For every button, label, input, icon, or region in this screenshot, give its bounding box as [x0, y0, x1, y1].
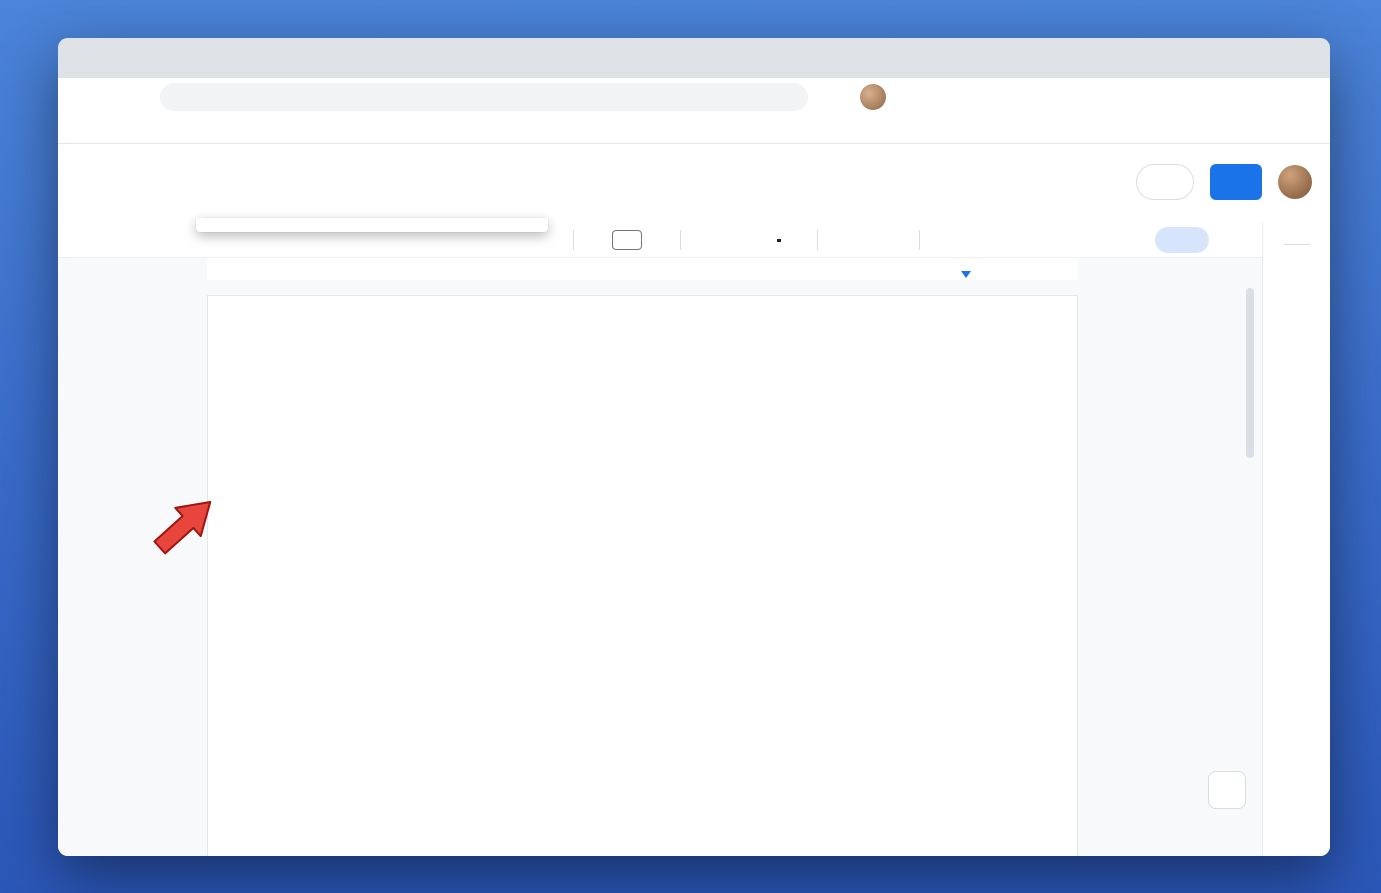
horizontal-ruler[interactable]	[58, 258, 1262, 280]
text-color-button[interactable]	[777, 238, 781, 242]
comment-add-icon	[854, 231, 872, 249]
image-icon	[881, 231, 899, 249]
align-button[interactable]	[929, 231, 958, 249]
desktop-background	[0, 0, 1381, 893]
back-icon	[75, 88, 93, 106]
cloud-status-icon[interactable]	[206, 154, 224, 172]
explore-icon	[1217, 780, 1237, 800]
toolbar-divider	[680, 230, 681, 250]
tab-strip	[58, 38, 1330, 78]
meet-camera-icon	[1147, 173, 1171, 191]
help-assistant-button[interactable]	[1264, 760, 1318, 814]
navigation-bar	[58, 78, 1330, 116]
insert-image-button[interactable]	[881, 231, 910, 249]
explore-button[interactable]	[1208, 771, 1246, 809]
reload-icon	[131, 88, 149, 106]
docs-header-actions	[1096, 164, 1312, 200]
browser-window	[58, 38, 1330, 856]
side-panel-icon[interactable]	[830, 87, 850, 107]
pencil-icon	[1168, 232, 1184, 248]
docs-logo-icon[interactable]	[84, 158, 116, 202]
highlighter-icon	[790, 231, 808, 249]
toolbar-divider	[573, 230, 574, 250]
star-document-icon[interactable]	[146, 154, 164, 172]
share-page-icon[interactable]	[756, 89, 772, 105]
chevron-down-icon	[1174, 177, 1184, 187]
side-rail-divider	[1283, 244, 1310, 245]
secure-lock-icon	[172, 91, 185, 104]
forward-icon	[103, 88, 121, 106]
document-outline-icon[interactable]	[86, 304, 110, 328]
document-canvas	[58, 280, 1330, 856]
address-bar[interactable]	[160, 83, 808, 111]
hide-menus-button[interactable]	[1234, 231, 1252, 249]
chevron-down-icon	[901, 236, 910, 245]
account-avatar[interactable]	[1278, 165, 1312, 199]
align-left-icon	[929, 231, 947, 249]
browser-menu-kebab-icon[interactable]	[896, 89, 912, 105]
font-size-input[interactable]	[612, 230, 642, 250]
tab-search-chevron-icon[interactable]	[1298, 50, 1314, 66]
open-comments-icon[interactable]	[1096, 170, 1120, 194]
edit-dropdown-menu	[196, 218, 548, 232]
move-folder-icon[interactable]	[176, 154, 194, 172]
document-page[interactable]	[207, 295, 1078, 856]
chevron-down-icon	[949, 236, 958, 245]
forward-button[interactable]	[98, 83, 126, 111]
bookmarks-bar	[58, 116, 1330, 144]
link-icon	[827, 231, 845, 249]
highlight-color-button[interactable]	[790, 231, 808, 249]
toolbar-divider	[919, 230, 920, 250]
line-spacing-icon	[967, 231, 985, 249]
add-comment-button[interactable]	[854, 231, 872, 249]
vertical-scrollbar[interactable]	[1246, 288, 1254, 458]
ruler-cursor-marker	[961, 271, 971, 278]
insert-link-button[interactable]	[827, 231, 845, 249]
back-button[interactable]	[70, 83, 98, 111]
docs-header	[58, 144, 1330, 222]
ruler-page-strip	[207, 258, 1078, 280]
toolbar-right-group	[555, 222, 1262, 258]
red-arrow-pointer	[144, 478, 232, 566]
editing-mode-button[interactable]	[1155, 227, 1209, 253]
line-spacing-button[interactable]	[967, 231, 985, 249]
chevron-down-icon[interactable]	[555, 236, 564, 245]
reload-button[interactable]	[126, 83, 154, 111]
new-tab-button[interactable]	[646, 46, 674, 74]
zoom-icon[interactable]	[732, 89, 748, 105]
bookmark-star-icon[interactable]	[780, 89, 796, 105]
vertical-ruler[interactable]	[58, 280, 74, 298]
document-title-row	[134, 154, 224, 172]
browser-controls	[830, 84, 912, 110]
share-lock-icon	[1224, 175, 1238, 189]
chevron-down-icon	[1188, 236, 1197, 245]
toolbar-divider	[817, 230, 818, 250]
browser-profile-avatar[interactable]	[860, 84, 886, 110]
join-meet-button[interactable]	[1136, 164, 1194, 200]
share-button[interactable]	[1210, 164, 1262, 200]
